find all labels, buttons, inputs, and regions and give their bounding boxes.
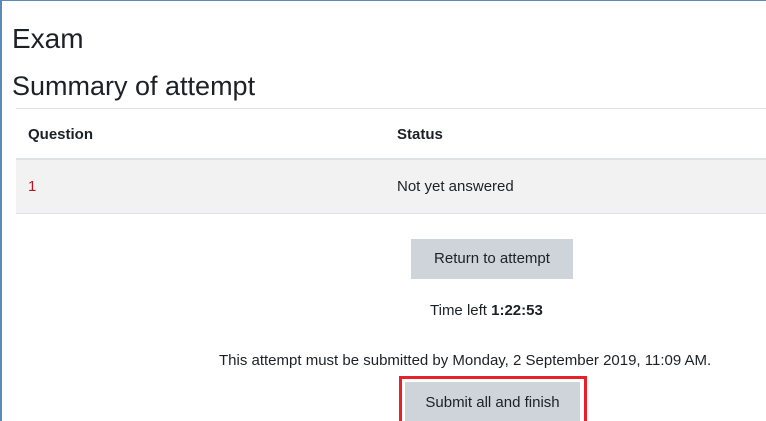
table-row: 1 Not yet answered: [16, 160, 766, 214]
attempt-summary-table: Question Status 1 Not yet answered: [16, 108, 766, 214]
return-to-attempt-button[interactable]: Return to attempt: [411, 239, 573, 279]
question-link[interactable]: 1: [28, 160, 36, 213]
deadline-notice: This attempt must be submitted by Monday…: [219, 352, 712, 369]
page-subtitle: Summary of attempt: [12, 71, 256, 101]
column-header-question: Question: [28, 126, 94, 143]
time-left-value: 1:22:53: [491, 302, 543, 319]
question-status: Not yet answered: [397, 178, 514, 195]
quiz-summary-panel: Exam Summary of attempt Question Status …: [0, 0, 766, 421]
submit-all-and-finish-button[interactable]: Submit all and finish: [405, 382, 580, 421]
table-header: Question Status: [16, 108, 766, 160]
time-left-label: Time left: [430, 302, 487, 319]
page-title: Exam: [12, 23, 84, 54]
time-left: Time left 1:22:53: [430, 301, 543, 321]
column-header-status: Status: [397, 126, 443, 143]
